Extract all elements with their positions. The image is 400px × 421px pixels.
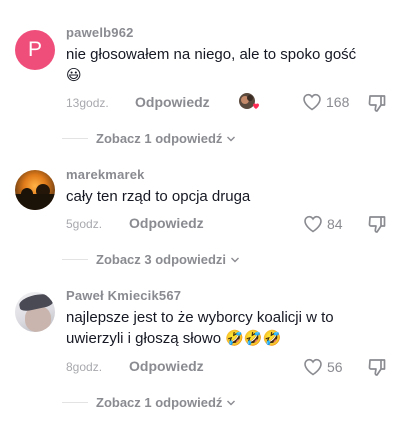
comment-text: nie głosowałem na niego, ale to spoko go…: [66, 44, 386, 86]
rolling-laughing-emoji: 🤣: [243, 330, 263, 347]
like-button[interactable]: 56: [303, 358, 343, 376]
heart-outline-icon: [304, 358, 322, 376]
avatar[interactable]: P: [15, 30, 55, 70]
heart-outline-icon: [303, 93, 321, 111]
like-count: 168: [326, 94, 350, 110]
grinning-face-emoji: 😃: [66, 67, 82, 84]
like-count: 84: [327, 216, 343, 232]
view-replies-button[interactable]: Zobacz 1 odpowiedź: [62, 395, 236, 410]
comment-time: 13godz.: [66, 96, 109, 110]
like-button[interactable]: 84: [303, 215, 343, 233]
reply-button[interactable]: Odpowiedz: [129, 215, 204, 231]
comment-text: cały ten rząd to opcja druga: [66, 188, 251, 205]
view-replies-label: Zobacz 1 odpowiedź: [96, 131, 223, 146]
chevron-down-icon: [227, 136, 236, 141]
chevron-down-icon: [231, 257, 240, 262]
comment-text: najlepsze jest to że wyborcy koalicji w …: [66, 307, 386, 349]
like-button[interactable]: 168: [302, 93, 349, 111]
rolling-laughing-emoji: 🤣: [262, 330, 282, 347]
comment-username[interactable]: Paweł Kmiecik567: [66, 288, 181, 303]
avatar-image-detail: [15, 194, 55, 210]
comment-text-line: najlepsze jest to że wyborcy koalicji w …: [66, 309, 334, 326]
comment-text-body: nie głosowałem na niego, ale to spoko go…: [66, 46, 357, 63]
view-replies-button[interactable]: Zobacz 3 odpowiedzi: [62, 252, 240, 267]
view-replies-label: Zobacz 1 odpowiedź: [96, 395, 223, 410]
avatar[interactable]: [15, 292, 55, 332]
thumbs-down-outline-icon[interactable]: [366, 92, 388, 114]
comment-username[interactable]: marekmarek: [66, 167, 145, 182]
heart-outline-icon: [304, 215, 322, 233]
reply-button[interactable]: Odpowiedz: [135, 94, 210, 110]
avatar[interactable]: [15, 170, 55, 210]
comment-time: 8godz.: [66, 360, 103, 374]
liked-by-creator-icon: [239, 93, 259, 109]
divider: [62, 138, 88, 139]
divider: [62, 402, 88, 403]
like-count: 56: [327, 359, 343, 375]
thumbs-down-outline-icon[interactable]: [366, 213, 388, 235]
chevron-down-icon: [227, 400, 236, 405]
comment-text-line: uwierzyli i głoszą słowo: [66, 330, 222, 347]
rolling-laughing-emoji: 🤣: [225, 330, 244, 347]
thumbs-down-outline-icon[interactable]: [366, 356, 388, 378]
reply-button[interactable]: Odpowiedz: [129, 358, 204, 374]
comment-time: 5godz.: [66, 217, 103, 231]
comment-username[interactable]: pawelb962: [66, 25, 134, 40]
view-replies-button[interactable]: Zobacz 1 odpowiedź: [62, 131, 236, 146]
divider: [62, 259, 88, 260]
view-replies-label: Zobacz 3 odpowiedzi: [96, 252, 227, 267]
